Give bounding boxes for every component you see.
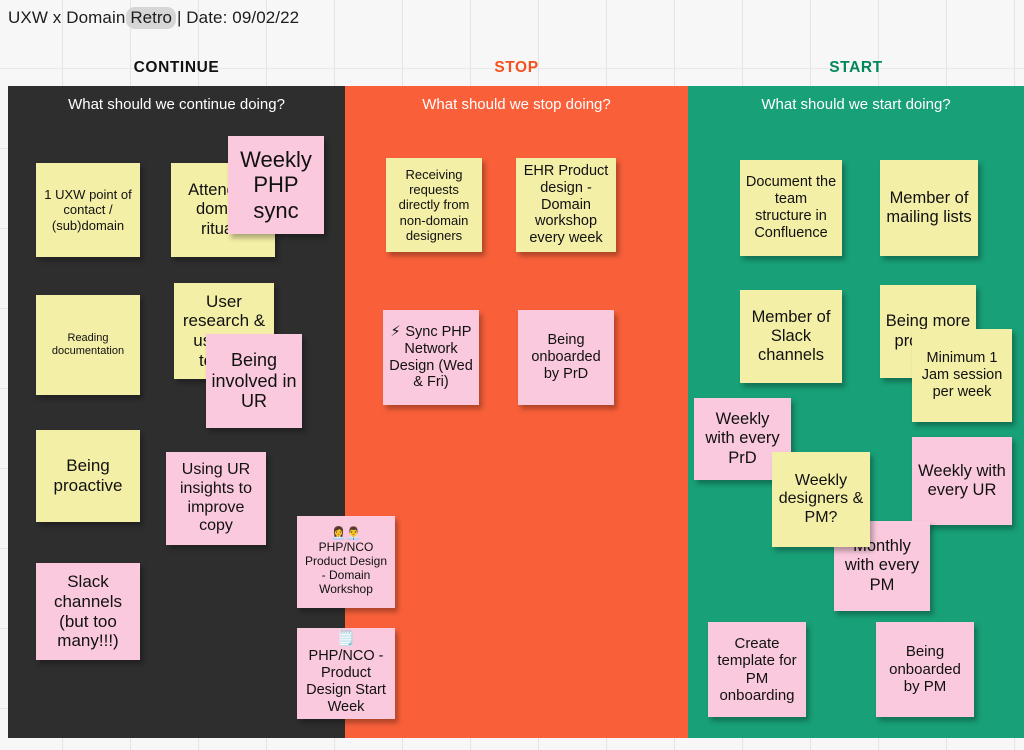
sticky-note[interactable]: Create template for PM onboarding — [708, 622, 806, 717]
sticky-note-text: Reading documentation — [51, 332, 125, 357]
column-header-stop: STOP — [494, 59, 539, 76]
column-banner-stop: What should we stop doing? — [422, 96, 611, 113]
sticky-note[interactable]: Weekly PHP sync — [228, 136, 324, 234]
sticky-note[interactable]: Member of Slack channels — [740, 290, 842, 383]
sticky-note[interactable]: ⚡ Sync PHP Network Design (Wed & Fri) — [383, 310, 479, 405]
sticky-note-text: Weekly designers & PM? — [778, 471, 864, 526]
board-title: UXW x Domain Retro | Date: 09/02/22 — [8, 4, 299, 32]
column-header-start: START — [829, 59, 883, 76]
sticky-note-content: 👩‍💼👨‍💼 PHP/NCO Product Design - Domain W… — [302, 526, 390, 597]
sticky-note-text: Slack channels (but too many!!!) — [53, 572, 123, 651]
sticky-note-content: 🗒️ PHP/NCO - Product Design Start Week — [302, 631, 390, 715]
sticky-note-text: Weekly with every UR — [918, 461, 1006, 499]
board-title-suffix: | Date: 09/02/22 — [176, 8, 300, 27]
sticky-note-text: PHP/NCO - Product Design Start Week — [306, 648, 386, 715]
column-header-continue: CONTINUE — [133, 59, 220, 76]
sticky-note-text: Being proactive — [53, 456, 123, 495]
sticky-note[interactable]: Using UR insights to improve copy — [166, 452, 266, 545]
sticky-note[interactable]: Document the team structure in Confluenc… — [740, 160, 842, 256]
sticky-note-text: Being involved in UR — [211, 349, 297, 412]
board-title-highlight: Retro — [126, 7, 176, 29]
sticky-note[interactable]: Weekly with every UR — [912, 437, 1012, 525]
sticky-note[interactable]: Being involved in UR — [206, 334, 302, 428]
sticky-note[interactable]: 👩‍💼👨‍💼 PHP/NCO Product Design - Domain W… — [297, 516, 395, 608]
sticky-note-text: Document the team structure in Confluenc… — [745, 174, 837, 241]
sticky-note[interactable]: Member of mailing lists — [880, 160, 978, 256]
sticky-note[interactable]: Weekly designers & PM? — [772, 452, 870, 547]
sticky-note-text: Weekly PHP sync — [240, 146, 312, 223]
sticky-note[interactable]: EHR Product design - Domain workshop eve… — [516, 158, 616, 252]
sticky-note-text: Receiving requests directly from non-dom… — [398, 167, 470, 243]
sticky-note-content: ⚡ Sync PHP Network Design (Wed & Fri) — [388, 324, 474, 391]
board-title-prefix: UXW x Domain — [8, 8, 126, 27]
sticky-note-text: PHP/NCO Product Design - Domain Workshop — [304, 540, 388, 596]
sticky-note-text: Create template for PM onboarding — [717, 634, 797, 704]
sticky-note-text: Being onboarded by PrD — [531, 332, 601, 382]
sticky-note-emoji-icon: ⚡ — [390, 323, 406, 340]
sticky-note-text: Using UR insights to improve copy — [179, 461, 253, 535]
sticky-note[interactable]: Being onboarded by PrD — [518, 310, 614, 405]
sticky-note[interactable]: Reading documentation — [36, 295, 140, 395]
sticky-note-emoji-icon: 👩‍💼👨‍💼 — [331, 526, 361, 541]
sticky-note[interactable]: Being onboarded by PM — [876, 622, 974, 717]
sticky-note[interactable]: Receiving requests directly from non-dom… — [386, 158, 482, 252]
sticky-note-text: Member of Slack channels — [751, 307, 831, 365]
column-banner-start: What should we start doing? — [761, 96, 951, 113]
column-banner-continue: What should we continue doing? — [68, 96, 285, 113]
sticky-note[interactable]: 1 UXW point of contact / (sub)domain — [36, 163, 140, 257]
sticky-note-text: 1 UXW point of contact / (sub)domain — [44, 187, 132, 233]
sticky-note-text: Minimum 1 Jam session per week — [921, 350, 1003, 400]
sticky-note[interactable]: Being proactive — [36, 430, 140, 522]
sticky-note-text: Being onboarded by PM — [889, 643, 961, 696]
sticky-note[interactable]: Minimum 1 Jam session per week — [912, 329, 1012, 422]
sticky-note[interactable]: 🗒️ PHP/NCO - Product Design Start Week — [297, 628, 395, 719]
sticky-note-text: EHR Product design - Domain workshop eve… — [523, 162, 609, 247]
sticky-note-text: Member of mailing lists — [886, 188, 972, 226]
sticky-note[interactable]: Slack channels (but too many!!!) — [36, 563, 140, 660]
sticky-note-emoji-icon: 🗒️ — [336, 631, 356, 648]
